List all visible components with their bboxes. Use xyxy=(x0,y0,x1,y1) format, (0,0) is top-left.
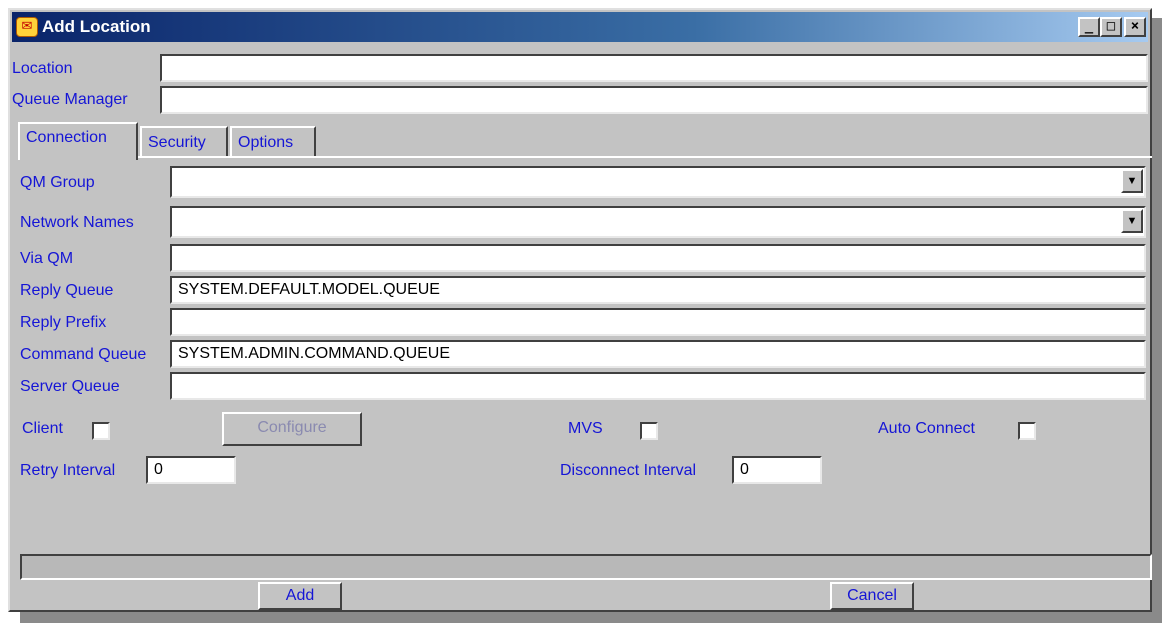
client-label: Client xyxy=(22,420,63,437)
network-names-select[interactable]: ▼ xyxy=(170,206,1146,238)
server-queue-label: Server Queue xyxy=(20,378,120,395)
qm-group-select[interactable]: ▼ xyxy=(170,166,1146,198)
retry-interval-input[interactable]: 0 xyxy=(146,456,236,484)
location-label: Location xyxy=(12,60,73,77)
via-qm-label: Via QM xyxy=(20,250,74,267)
tab-connection[interactable]: Connection xyxy=(18,122,138,160)
mvs-checkbox[interactable] xyxy=(640,422,658,440)
qm-group-dropdown-arrow-icon[interactable]: ▼ xyxy=(1121,169,1143,193)
cancel-button[interactable]: Cancel xyxy=(830,582,914,610)
window-title: Add Location xyxy=(42,17,151,36)
queue-manager-input[interactable] xyxy=(160,86,1148,114)
status-bar xyxy=(20,554,1152,580)
auto-connect-label: Auto Connect xyxy=(878,420,975,437)
command-queue-label: Command Queue xyxy=(20,346,147,363)
envelope-app-icon: ✉ xyxy=(16,17,38,37)
tab-security-label: Security xyxy=(148,134,206,151)
command-queue-input[interactable]: SYSTEM.ADMIN.COMMAND.QUEUE xyxy=(170,340,1146,368)
disconnect-interval-label: Disconnect Interval xyxy=(560,462,697,479)
tab-options[interactable]: Options xyxy=(230,126,316,156)
location-input[interactable] xyxy=(160,54,1148,82)
client-checkbox[interactable] xyxy=(92,422,110,440)
reply-queue-label: Reply Queue xyxy=(20,282,114,299)
reply-queue-input[interactable]: SYSTEM.DEFAULT.MODEL.QUEUE xyxy=(170,276,1146,304)
add-location-window: ✉ Add Location _ □ × Location Queue Mana… xyxy=(8,8,1152,612)
tab-connection-label: Connection xyxy=(26,129,107,146)
tab-security[interactable]: Security xyxy=(140,126,228,156)
add-button[interactable]: Add xyxy=(258,582,342,610)
reply-prefix-label: Reply Prefix xyxy=(20,314,107,331)
reply-prefix-input[interactable] xyxy=(170,308,1146,336)
qm-group-label: QM Group xyxy=(20,174,95,191)
mvs-label: MVS xyxy=(568,420,603,437)
network-names-dropdown-arrow-icon[interactable]: ▼ xyxy=(1121,209,1143,233)
via-qm-input[interactable] xyxy=(170,244,1146,272)
configure-button[interactable]: Configure xyxy=(222,412,362,446)
auto-connect-checkbox[interactable] xyxy=(1018,422,1036,440)
queue-manager-label: Queue Manager xyxy=(12,91,128,108)
connection-panel: QM Group ▼ Network Names ▼ Via QM Reply … xyxy=(20,156,1152,554)
retry-interval-label: Retry Interval xyxy=(20,462,116,479)
maximize-button[interactable]: □ xyxy=(1100,17,1122,37)
disconnect-interval-input[interactable]: 0 xyxy=(732,456,822,484)
title-bar[interactable]: ✉ Add Location _ □ × xyxy=(12,12,1148,42)
tab-options-label: Options xyxy=(238,134,294,151)
close-button[interactable]: × xyxy=(1124,17,1146,37)
network-names-label: Network Names xyxy=(20,214,134,231)
server-queue-input[interactable] xyxy=(170,372,1146,400)
minimize-button[interactable]: _ xyxy=(1078,17,1100,37)
